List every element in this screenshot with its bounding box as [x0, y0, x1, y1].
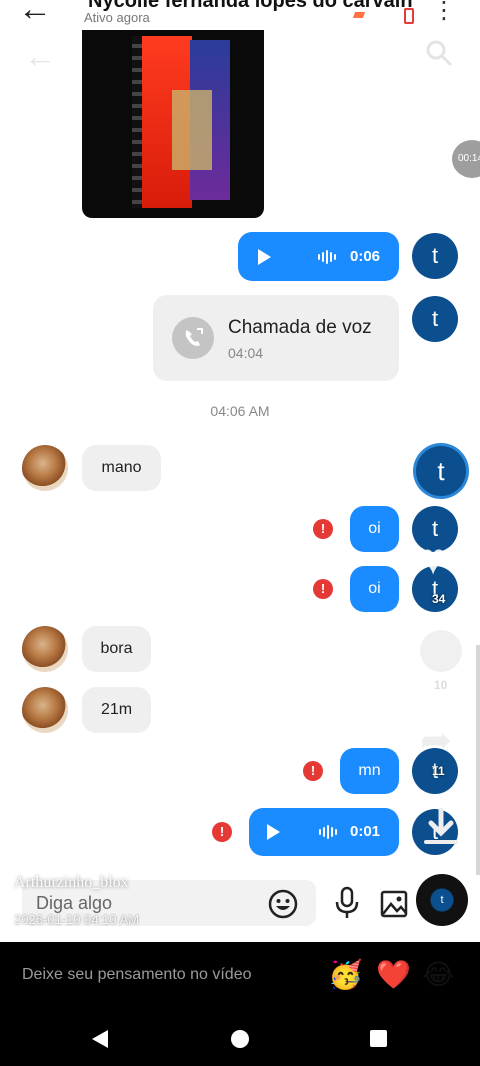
sent-message: mn: [340, 748, 399, 794]
comment-input[interactable]: Deixe seu pensamento no vídeo: [22, 966, 251, 984]
error-icon: !: [303, 761, 323, 781]
heart-emoji-icon[interactable]: ❤️: [376, 958, 411, 992]
call-time: 04:04: [228, 345, 264, 361]
error-icon: !: [313, 519, 333, 539]
download-icon[interactable]: [420, 808, 462, 848]
voice-call-card[interactable]: Chamada de voz 04:04: [153, 295, 399, 381]
comment-count: 10: [434, 678, 448, 692]
image-icon[interactable]: [380, 890, 408, 918]
video-thumbnail[interactable]: [82, 30, 264, 218]
voice-duration: 0:06: [350, 248, 381, 265]
profile-avatar[interactable]: t: [416, 446, 466, 496]
play-icon[interactable]: [258, 249, 271, 265]
heart-icon[interactable]: ♥: [420, 538, 464, 582]
sent-message: oi: [350, 566, 399, 612]
voice-message[interactable]: 0:06: [238, 232, 399, 281]
party-emoji-icon[interactable]: 🥳: [328, 958, 363, 992]
overlay-arrow-left-icon[interactable]: ←: [24, 38, 56, 75]
nav-back-icon[interactable]: [92, 1030, 108, 1048]
received-message: bora: [82, 626, 151, 672]
voice-message[interactable]: 0:01: [249, 808, 399, 856]
call-title: Chamada de voz: [228, 317, 372, 338]
error-icon: !: [313, 579, 333, 599]
like-count: 34: [432, 592, 446, 606]
comment-icon[interactable]: [420, 630, 462, 672]
play-icon[interactable]: [267, 824, 280, 840]
waveform-icon: [319, 824, 337, 840]
voice-duration: 0:01: [350, 823, 381, 840]
avatar: t: [412, 296, 458, 342]
chat-status: Ativo agora: [84, 10, 150, 25]
video-frame-part: [172, 90, 212, 170]
watermark-date: 2026-01-10 04:10 AM: [14, 912, 140, 927]
emoji-icon[interactable]: [268, 889, 298, 919]
search-icon[interactable]: [424, 38, 452, 66]
contact-avatar[interactable]: [22, 626, 68, 672]
avatar: t: [412, 233, 458, 279]
music-disc-icon[interactable]: t: [416, 874, 468, 926]
watermark-username: Arthurzinho_blox: [14, 874, 129, 891]
scrollbar[interactable]: [476, 645, 480, 875]
received-message: 21m: [82, 687, 151, 733]
error-icon: !: [212, 822, 232, 842]
message-timestamp: 04:06 AM: [210, 403, 270, 419]
video-timer: 00:14: [452, 140, 480, 178]
microphone-icon[interactable]: [334, 886, 360, 920]
nav-recents-icon[interactable]: [370, 1030, 387, 1047]
message-input-placeholder: Diga algo: [36, 893, 113, 913]
battery-icon: [404, 8, 414, 24]
phone-call-icon: [172, 317, 214, 359]
arrow-left-icon[interactable]: ←: [18, 0, 52, 26]
share-count: 11: [432, 764, 445, 778]
waveform-icon: [318, 249, 336, 265]
nav-home-icon[interactable]: [231, 1030, 249, 1048]
video-frame-part: [132, 36, 142, 208]
contact-avatar[interactable]: [22, 687, 68, 733]
more-vertical-icon[interactable]: ⋮: [432, 0, 456, 25]
contact-avatar[interactable]: [22, 445, 68, 491]
sent-message: oi: [350, 506, 399, 552]
laughing-emoji-icon[interactable]: 😂: [422, 958, 455, 992]
received-message: mano: [82, 445, 161, 491]
